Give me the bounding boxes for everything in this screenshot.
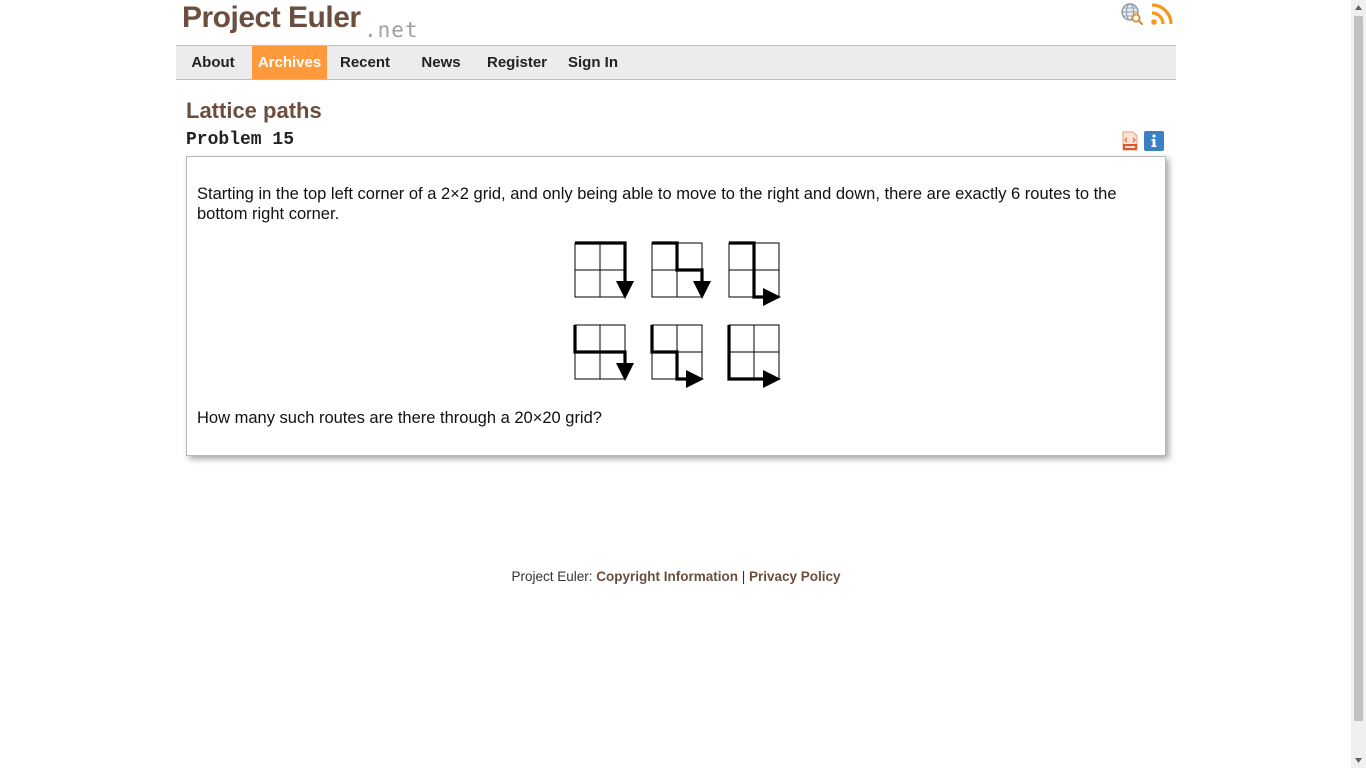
rss-feed-icon[interactable] [1150, 2, 1174, 26]
nav-about[interactable]: About [184, 46, 242, 79]
logo-net-text: .net [364, 18, 419, 42]
main-nav: About Archives Recent News Register Sign… [176, 45, 1176, 80]
footer-prefix: Project Euler: [511, 569, 597, 584]
scrollbar-thumb[interactable] [1354, 16, 1363, 721]
problem-text-question: How many such routes are there through a… [197, 409, 602, 427]
nav-register[interactable]: Register [482, 46, 552, 79]
problem-icons [1120, 131, 1166, 153]
html-source-icon[interactable] [1120, 131, 1140, 151]
lattice-paths-diagram [573, 241, 781, 388]
route-diagram-1 [574, 241, 634, 299]
nav-archives[interactable]: Archives [252, 46, 327, 79]
privacy-policy-link[interactable]: Privacy Policy [749, 569, 841, 584]
copyright-link[interactable]: Copyright Information [596, 569, 738, 584]
nav-news[interactable]: News [416, 46, 466, 79]
scroll-down-arrow-icon[interactable] [1351, 753, 1366, 768]
route-diagram-5 [650, 324, 704, 388]
logo-main-text: Project Euler [182, 1, 361, 34]
vertical-scrollbar[interactable] [1351, 0, 1366, 768]
nav-sign-in[interactable]: Sign In [564, 46, 622, 79]
problem-number: Problem 15 [186, 130, 295, 150]
scroll-up-arrow-icon[interactable] [1351, 0, 1366, 15]
route-diagram-2 [651, 241, 711, 299]
problem-content: Starting in the top left corner of a 2×2… [186, 156, 1166, 456]
footer: Project Euler: Copyright Information | P… [176, 569, 1176, 584]
footer-separator: | [737, 569, 749, 584]
route-diagram-6 [727, 324, 781, 388]
route-diagram-3 [728, 241, 781, 306]
search-globe-icon[interactable] [1120, 2, 1144, 26]
route-diagram-4 [573, 324, 634, 381]
problem-text-intro: Starting in the top left corner of a 2×2… [197, 185, 1117, 223]
top-icons [1120, 2, 1176, 28]
problem-title: Lattice paths [186, 98, 322, 123]
info-icon[interactable] [1144, 131, 1164, 151]
nav-recent[interactable]: Recent [336, 46, 394, 79]
